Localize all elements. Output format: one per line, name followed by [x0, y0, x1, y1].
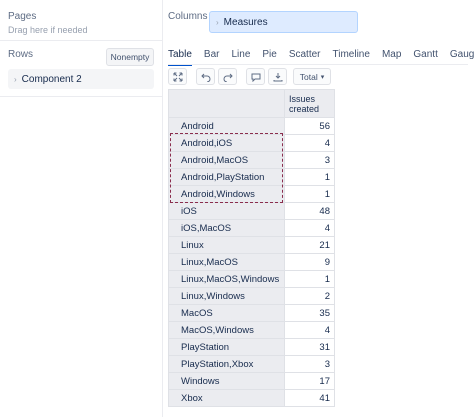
left-panel: Pages Drag here if needed Rows Nonempty …: [0, 0, 163, 417]
table-row: MacOS 35: [168, 304, 335, 322]
column-chip-label: Measures: [223, 16, 268, 28]
cell-value: 3: [284, 355, 335, 373]
chevron-right-icon: ›: [216, 17, 219, 27]
table-row: Android,PlayStation 1: [168, 168, 335, 186]
row-header[interactable]: PlayStation: [168, 338, 285, 356]
cell-value: 4: [284, 321, 335, 339]
cell-value: 21: [284, 236, 335, 254]
chevron-right-icon: ›: [14, 74, 17, 84]
pages-divider: [0, 40, 163, 41]
tabs-underline: [168, 64, 468, 65]
cell-value: 56: [284, 117, 335, 135]
cell-value: 1: [284, 270, 335, 288]
table-row: PlayStation 31: [168, 338, 335, 356]
rows-title: Rows: [8, 49, 34, 60]
total-label: Total: [299, 71, 318, 82]
table-row: Linux 21: [168, 236, 335, 254]
cell-value: 17: [284, 372, 335, 390]
row-header[interactable]: iOS: [168, 202, 285, 220]
row-header[interactable]: Android,PlayStation: [168, 168, 285, 186]
column-chip-measures[interactable]: › Measures: [209, 11, 358, 33]
pages-drop-hint: Drag here if needed: [8, 25, 88, 35]
pages-title: Pages: [8, 11, 37, 22]
row-chip-component-2[interactable]: › Component 2: [8, 69, 154, 89]
row-header[interactable]: Android,MacOS: [168, 151, 285, 169]
table-row: Linux,MacOS,Windows 1: [168, 270, 335, 288]
cell-value: 2: [284, 287, 335, 305]
table-corner: [168, 89, 285, 118]
row-header[interactable]: Linux,MacOS: [168, 253, 285, 271]
total-dropdown[interactable]: Total ▾: [293, 68, 331, 85]
table-toolbar: Total ▾: [168, 68, 331, 85]
row-header[interactable]: MacOS: [168, 304, 285, 322]
table-row: Linux,MacOS 9: [168, 253, 335, 271]
undo-icon: [200, 73, 210, 82]
row-header[interactable]: Linux,MacOS,Windows: [168, 270, 285, 288]
table-row: MacOS,Windows 4: [168, 321, 335, 339]
row-header[interactable]: Android,iOS: [168, 134, 285, 152]
table-row: Android,iOS 4: [168, 134, 335, 152]
redo-button[interactable]: [218, 68, 237, 85]
column-header-issues-created[interactable]: Issues created: [284, 89, 335, 118]
cell-value: 31: [284, 338, 335, 356]
row-chip-label: Component 2: [21, 73, 82, 85]
export-button[interactable]: [268, 68, 287, 85]
row-header[interactable]: Linux: [168, 236, 285, 254]
cell-value: 9: [284, 253, 335, 271]
row-header[interactable]: Xbox: [168, 389, 285, 407]
expand-icon: [173, 72, 182, 81]
rows-divider: [0, 96, 163, 97]
table-row: Linux,Windows 2: [168, 287, 335, 305]
cell-value: 48: [284, 202, 335, 220]
cell-value: 41: [284, 389, 335, 407]
cell-value: 35: [284, 304, 335, 322]
undo-button[interactable]: [196, 68, 215, 85]
comment-icon: [251, 73, 260, 82]
table-row: iOS,MacOS 4: [168, 219, 335, 237]
expand-button[interactable]: [168, 68, 187, 85]
row-header[interactable]: Windows: [168, 372, 285, 390]
table-row: Android,Windows 1: [168, 185, 335, 203]
cell-value: 4: [284, 219, 335, 237]
report-table: Issues created Android 56 Android,iOS 4 Andr…: [168, 89, 335, 407]
chevron-down-icon: ▾: [320, 73, 325, 81]
columns-title: Columns: [168, 11, 208, 22]
row-header[interactable]: Android,Windows: [168, 185, 285, 203]
redo-icon: [223, 73, 233, 82]
comment-button[interactable]: [246, 68, 265, 85]
table-row: iOS 48: [168, 202, 335, 220]
download-icon: [273, 72, 282, 81]
row-header[interactable]: iOS,MacOS: [168, 219, 285, 237]
table-row: Android,MacOS 3: [168, 151, 335, 169]
cell-value: 3: [284, 151, 335, 169]
row-header[interactable]: Linux,Windows: [168, 287, 285, 305]
table-row: Windows 17: [168, 372, 335, 390]
table-row: PlayStation,Xbox 3: [168, 355, 335, 373]
table-row: Android 56: [168, 117, 335, 135]
cell-value: 1: [284, 185, 335, 203]
row-header[interactable]: PlayStation,Xbox: [168, 355, 285, 373]
row-header[interactable]: MacOS,Windows: [168, 321, 285, 339]
cell-value: 1: [284, 168, 335, 186]
cell-value: 4: [284, 134, 335, 152]
nonempty-button[interactable]: Nonempty: [106, 48, 154, 66]
row-header[interactable]: Android: [168, 117, 285, 135]
table-row: Xbox 41: [168, 389, 335, 407]
